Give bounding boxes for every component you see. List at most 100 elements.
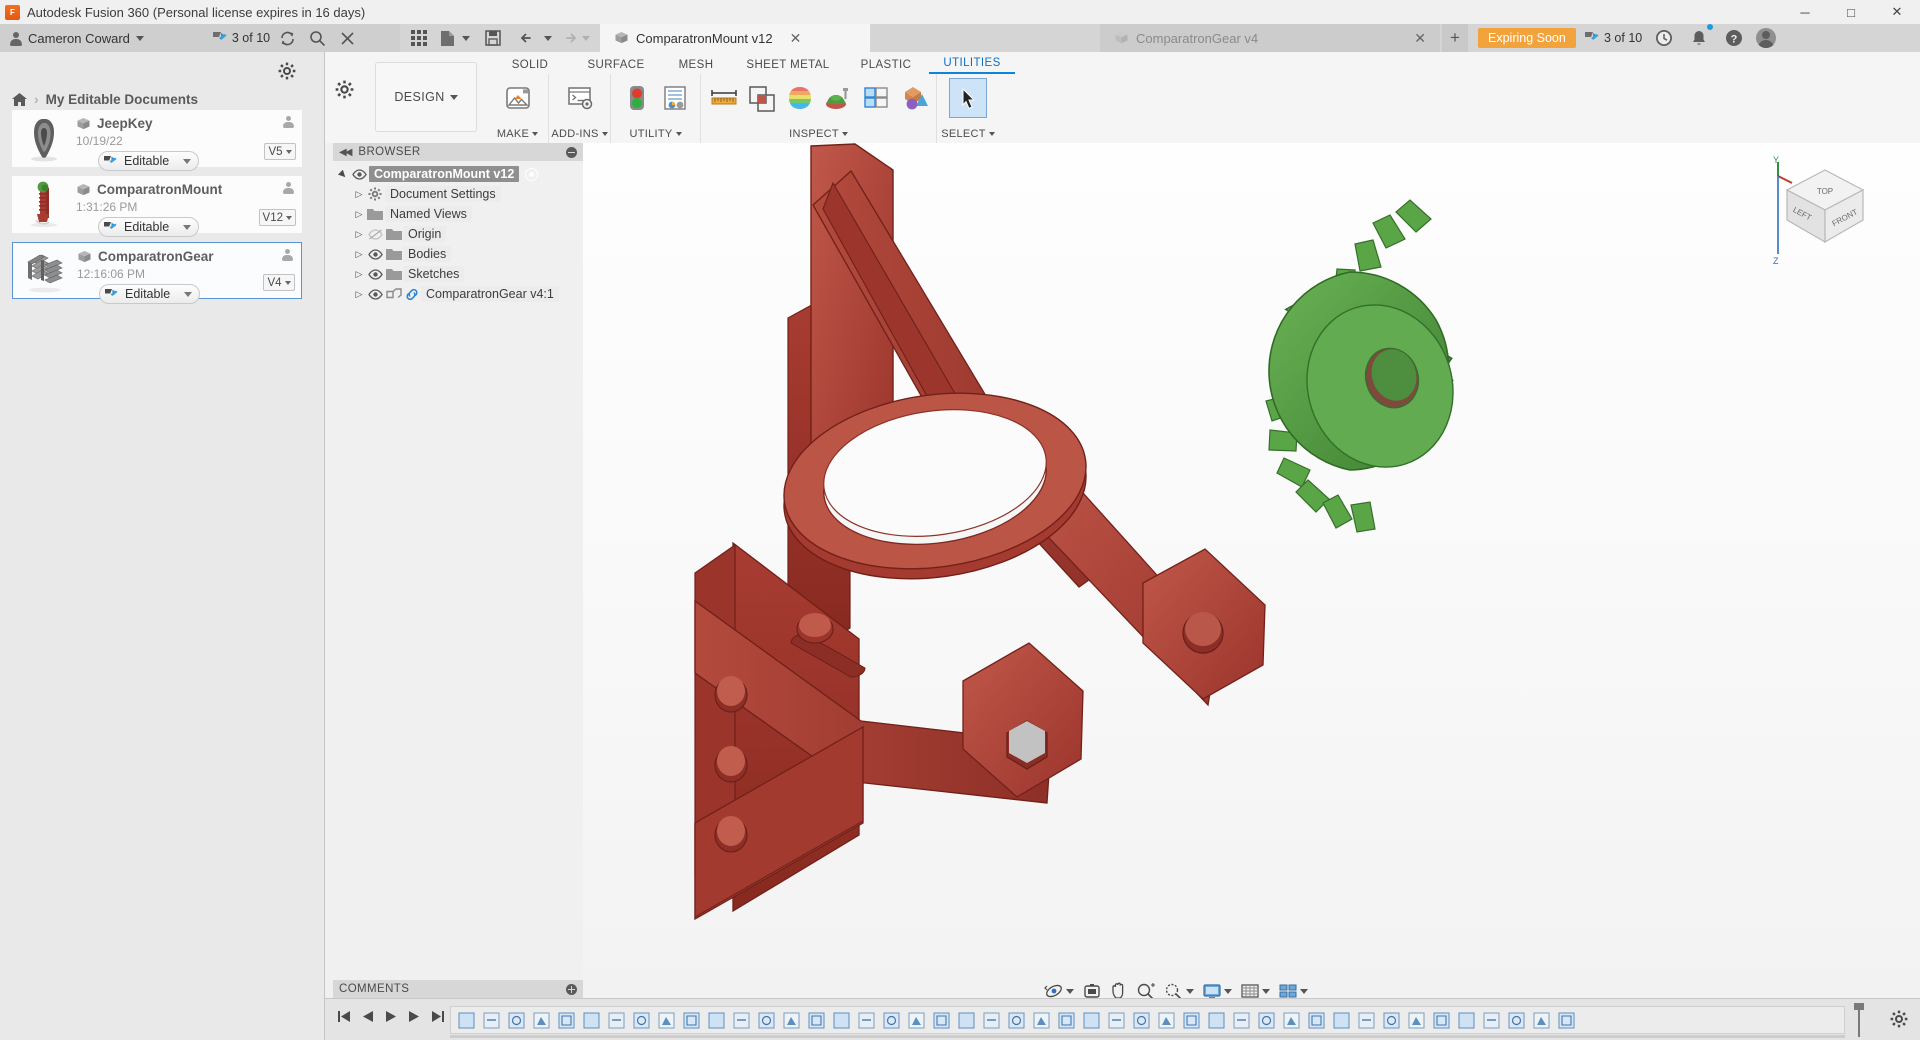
expand-triangle-icon[interactable]: ▷ [353, 289, 365, 300]
timeline-feature-item[interactable] [755, 1009, 778, 1032]
viewport-canvas[interactable]: Y Z TOP LEFT FRONT [583, 143, 1920, 998]
close-icon[interactable] [334, 25, 360, 51]
tree-node-sketches[interactable]: ▷ Sketches [333, 264, 583, 284]
tree-node-bodies[interactable]: ▷ Bodies [333, 244, 583, 264]
tree-node-origin[interactable]: ▷ Origin [333, 224, 583, 244]
visibility-eye-icon[interactable] [365, 268, 385, 280]
home-icon[interactable] [12, 92, 27, 106]
document-state-dropdown[interactable]: Editable [98, 217, 200, 237]
maximize-button[interactable]: □ [1828, 0, 1874, 24]
close-window-button[interactable]: ✕ [1874, 0, 1920, 24]
step-back-icon[interactable] [362, 1010, 374, 1026]
timeline-feature-item[interactable] [1530, 1009, 1553, 1032]
ribbon-group-addins-label[interactable]: ADD-INS [551, 128, 608, 140]
timeline-feature-item[interactable] [1305, 1009, 1328, 1032]
timeline-feature-item[interactable] [905, 1009, 928, 1032]
timeline-feature-item[interactable] [1005, 1009, 1028, 1032]
user-menu[interactable]: Cameron Coward [0, 24, 154, 52]
document-tab-0[interactable]: ComparatronMount v12 ✕ [600, 24, 870, 52]
timeline-feature-item[interactable] [630, 1009, 653, 1032]
timeline-feature-item[interactable] [1505, 1009, 1528, 1032]
status-edit-count[interactable]: 3 of 10 [1584, 31, 1642, 45]
document-card-jeepkey[interactable]: JeepKey 10/19/22 Editable V5 [12, 110, 302, 171]
ribbon-group-select-label[interactable]: SELECT [941, 128, 995, 140]
ribbon-tab-utilities[interactable]: UTILITIES [929, 57, 1015, 74]
timeline-feature-item[interactable] [505, 1009, 528, 1032]
collapse-left-icon[interactable]: ◀◀ [339, 147, 352, 158]
clock-icon[interactable] [1651, 25, 1677, 51]
play-icon[interactable] [385, 1010, 397, 1026]
model-state-icon[interactable] [656, 78, 694, 118]
timeline-feature-item[interactable] [930, 1009, 953, 1032]
timeline-feature-item[interactable] [805, 1009, 828, 1032]
timeline-feature-item[interactable] [705, 1009, 728, 1032]
ribbon-tab-surface[interactable]: SURFACE [573, 59, 659, 74]
data-panel-settings-gear-icon[interactable] [278, 62, 296, 83]
timeline-feature-item[interactable] [1105, 1009, 1128, 1032]
timeline-feature-item[interactable] [455, 1009, 478, 1032]
timeline-feature-item[interactable] [580, 1009, 603, 1032]
step-forward-icon[interactable] [408, 1010, 420, 1026]
timeline-feature-item[interactable] [680, 1009, 703, 1032]
timeline-feature-item[interactable] [730, 1009, 753, 1032]
visibility-eye-icon[interactable] [365, 248, 385, 260]
timeline-feature-item[interactable] [1330, 1009, 1353, 1032]
view-cube[interactable]: Y Z TOP LEFT FRONT [1770, 155, 1880, 268]
circle-minus-icon[interactable] [566, 146, 577, 158]
visibility-eye-icon[interactable] [365, 288, 385, 300]
document-tab-0-close-icon[interactable]: ✕ [790, 30, 802, 47]
minimize-button[interactable]: ─ [1782, 0, 1828, 24]
timeline-feature-item[interactable] [955, 1009, 978, 1032]
timeline-feature-item[interactable] [1130, 1009, 1153, 1032]
expand-triangle-icon[interactable]: ▷ [353, 209, 365, 220]
chevron-down-icon[interactable] [1186, 988, 1194, 994]
tree-node-root[interactable]: ▶ ComparatronMount v12 [333, 164, 583, 184]
timeline-feature-item[interactable] [855, 1009, 878, 1032]
chevron-down-icon[interactable] [1224, 988, 1232, 994]
tree-node-document-settings[interactable]: ▷ Document Settings [333, 184, 583, 204]
timeline-feature-item[interactable] [1230, 1009, 1253, 1032]
traffic-light-icon[interactable] [618, 78, 656, 118]
timeline-feature-item[interactable] [1205, 1009, 1228, 1032]
timeline-marker-icon[interactable] [1854, 1003, 1864, 1037]
visibility-eye-hidden-icon[interactable] [365, 228, 385, 240]
tree-node-named-views[interactable]: ▷ Named Views [333, 204, 583, 224]
expand-triangle-icon[interactable]: ▷ [353, 269, 365, 280]
expand-triangle-icon[interactable]: ▷ [353, 189, 365, 200]
timeline-feature-item[interactable] [1480, 1009, 1503, 1032]
timeline-feature-item[interactable] [1030, 1009, 1053, 1032]
interference-icon[interactable] [857, 78, 895, 118]
timeline-scrollbar[interactable] [450, 1035, 1845, 1038]
timeline-feature-item[interactable] [1280, 1009, 1303, 1032]
timeline-feature-item[interactable] [1380, 1009, 1403, 1032]
ribbon-tab-plastic[interactable]: PLASTIC [843, 59, 929, 74]
timeline-feature-item[interactable] [1355, 1009, 1378, 1032]
skip-end-icon[interactable] [431, 1010, 445, 1026]
timeline-settings-gear-icon[interactable] [1890, 1010, 1908, 1031]
tree-node-comparatrongear[interactable]: ▷ ComparatronGear v4:1 [333, 284, 583, 304]
measure-icon[interactable] [705, 78, 743, 118]
edit-count-chip[interactable]: 3 of 10 [212, 31, 270, 45]
document-state-dropdown[interactable]: Editable [98, 151, 200, 171]
timeline-feature-item[interactable] [655, 1009, 678, 1032]
timeline-feature-item[interactable] [780, 1009, 803, 1032]
timeline-feature-item[interactable] [1430, 1009, 1453, 1032]
document-card-comparatrongear[interactable]: ComparatronGear 12:16:06 PM Editable V4 [12, 242, 302, 304]
timeline-feature-item[interactable] [880, 1009, 903, 1032]
expand-triangle-icon[interactable]: ▷ [353, 229, 365, 240]
activate-component-radio[interactable] [525, 167, 539, 181]
avatar[interactable] [1756, 28, 1777, 48]
timeline-feature-item[interactable] [1455, 1009, 1478, 1032]
timeline-feature-item[interactable] [555, 1009, 578, 1032]
timeline-feature-item[interactable] [1405, 1009, 1428, 1032]
curvature-map-icon[interactable] [781, 78, 819, 118]
ribbon-group-inspect-label[interactable]: INSPECT [789, 128, 848, 140]
component-color-icon[interactable] [895, 78, 933, 118]
timeline-feature-item[interactable] [1180, 1009, 1203, 1032]
timeline-feature-item[interactable] [530, 1009, 553, 1032]
3d-print-icon[interactable] [499, 78, 537, 118]
timeline-feature-item[interactable] [1255, 1009, 1278, 1032]
expand-triangle-icon[interactable]: ▷ [353, 249, 365, 260]
ribbon-tab-sheet-metal[interactable]: SHEET METAL [733, 59, 843, 74]
chevron-down-icon[interactable] [1300, 988, 1308, 994]
